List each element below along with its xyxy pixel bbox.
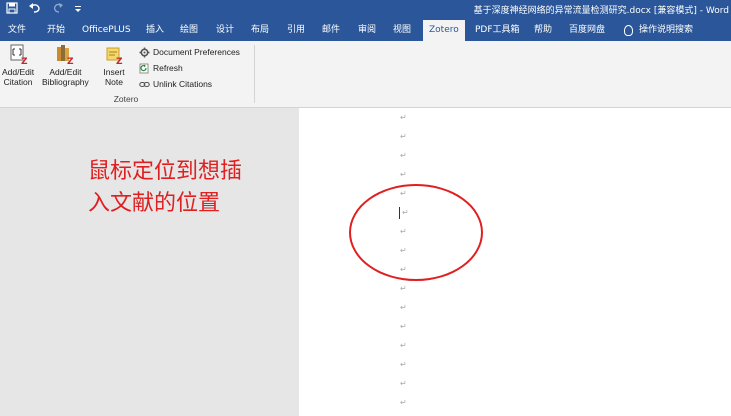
tab-baidu-netdisk[interactable]: 百度网盘	[569, 20, 605, 41]
tab-insert[interactable]: 插入	[146, 20, 164, 41]
svg-text:Z: Z	[21, 57, 28, 65]
paragraph-mark: ↵	[400, 322, 407, 331]
unlink-citations-button[interactable]: Unlink Citations	[139, 76, 240, 92]
bibliography-label-2: Bibliography	[42, 77, 89, 87]
note-icon: Z	[106, 47, 123, 65]
tab-help[interactable]: 帮助	[534, 20, 552, 41]
ribbon-tabs: 文件 开始 OfficePLUS 插入 绘图 设计 布局 引用 邮件 审阅 视图…	[0, 20, 731, 41]
citation-label-2: Citation	[3, 77, 33, 87]
tab-design[interactable]: 设计	[216, 20, 234, 41]
bibliography-label-1: Add/Edit	[49, 67, 82, 77]
ribbon-panel: Z Add/Edit Citation Z Add/Edit Bibliogra…	[0, 41, 731, 108]
tab-file[interactable]: 文件	[8, 20, 26, 41]
customize-qat-icon[interactable]	[74, 2, 82, 18]
group-separator	[254, 45, 255, 103]
tell-me-label: 操作说明搜索	[639, 25, 694, 35]
svg-text:Z: Z	[67, 57, 74, 65]
annotation-line-2: 入文献的位置	[88, 191, 221, 216]
bibliography-icon: Z	[57, 45, 74, 65]
document-preferences-button[interactable]: Document Preferences	[139, 44, 240, 60]
paragraph-mark: ↵	[400, 379, 407, 388]
add-edit-citation-button[interactable]: Z Add/Edit Citation	[2, 43, 34, 87]
paragraph-mark: ↵	[400, 303, 407, 312]
paragraph-mark: ↵	[400, 151, 407, 160]
tell-me-search[interactable]: 操作说明搜索	[624, 20, 693, 41]
paragraph-mark: ↵	[400, 284, 407, 293]
add-edit-bibliography-button[interactable]: Z Add/Edit Bibliography	[42, 43, 89, 87]
paragraph-mark: ↵	[400, 398, 407, 407]
quick-access-toolbar	[6, 2, 82, 18]
refresh-icon	[139, 63, 149, 73]
unlink-icon	[139, 81, 150, 87]
paragraph-mark: ↵	[400, 360, 407, 369]
undo-icon[interactable]	[28, 2, 42, 18]
tab-review[interactable]: 审阅	[358, 20, 376, 41]
citation-label-1: Add/Edit	[2, 67, 35, 77]
tab-view[interactable]: 视图	[393, 20, 411, 41]
annotation-text: 鼠标定位到想插 入文献的位置	[88, 156, 242, 220]
paragraph-mark: ↵	[400, 113, 407, 122]
paragraph-mark: ↵	[400, 341, 407, 350]
refresh-label: Refresh	[153, 63, 183, 73]
tab-layout[interactable]: 布局	[251, 20, 269, 41]
svg-text:Z: Z	[116, 57, 123, 65]
save-icon[interactable]	[6, 2, 18, 18]
tab-zotero[interactable]: Zotero	[423, 20, 465, 41]
zotero-small-buttons: Document Preferences Refresh Unlink Cita…	[139, 44, 240, 92]
tab-officeplus[interactable]: OfficePLUS	[82, 20, 131, 41]
document-title: 基于深度神经网络的异常流量检测研究.docx [兼容模式] - Word	[473, 6, 729, 16]
tab-draw[interactable]: 绘图	[180, 20, 198, 41]
note-label-1: Insert	[103, 67, 125, 77]
citation-icon: Z	[10, 44, 28, 65]
zotero-group-label: Zotero	[113, 94, 139, 104]
redo-icon[interactable]	[52, 2, 64, 18]
title-bar: 基于深度神经网络的异常流量检测研究.docx [兼容模式] - Word	[0, 0, 731, 20]
unlink-citations-label: Unlink Citations	[153, 79, 213, 89]
lightbulb-icon	[624, 25, 633, 36]
paragraph-mark: ↵	[400, 132, 407, 141]
annotation-line-1: 鼠标定位到想插	[88, 159, 243, 184]
tab-references[interactable]: 引用	[287, 20, 305, 41]
refresh-button[interactable]: Refresh	[139, 60, 240, 76]
tab-mailings[interactable]: 邮件	[322, 20, 340, 41]
tab-home[interactable]: 开始	[47, 20, 65, 41]
highlight-ellipse	[349, 184, 483, 281]
document-preferences-label: Document Preferences	[153, 47, 240, 57]
note-label-2: Note	[105, 77, 123, 87]
paragraph-mark: ↵	[400, 170, 407, 179]
insert-note-button[interactable]: Z Insert Note	[103, 43, 125, 87]
gear-icon	[139, 47, 150, 57]
tab-pdf-toolbox[interactable]: PDF工具箱	[475, 20, 520, 41]
